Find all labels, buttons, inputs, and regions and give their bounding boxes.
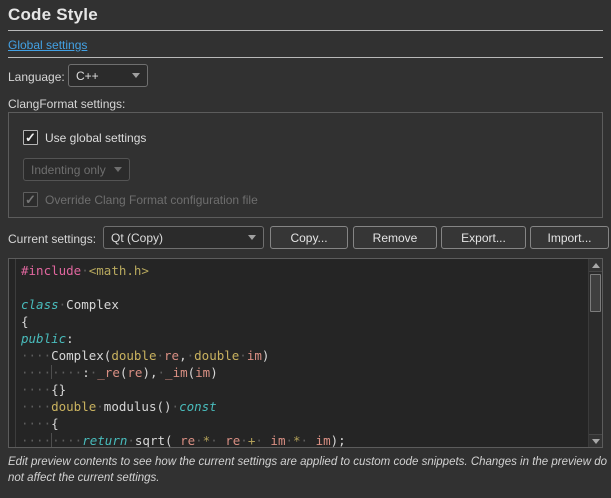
use-global-settings-checkbox[interactable]: ✓ Use global settings [23, 130, 146, 145]
code-style-settings-page: Code Style Global settings Language: C++… [0, 0, 611, 498]
import-button[interactable]: Import... [530, 226, 609, 249]
use-global-settings-label: Use global settings [45, 131, 146, 145]
clangformat-group: ✓ Use global settings Indenting only ✓ O… [8, 112, 603, 218]
footer-note: Edit preview contents to see how the cur… [8, 455, 607, 487]
code-line: public: [21, 330, 586, 347]
scrollbar-down-button[interactable] [589, 434, 603, 447]
clangformat-mode-select: Indenting only [23, 158, 130, 181]
override-config-checkbox: ✓ Override Clang Format configuration fi… [23, 192, 258, 207]
code-preview-editor[interactable]: #include·<math.h>class·Complex{public:··… [8, 258, 603, 448]
current-settings-label: Current settings: [8, 232, 96, 246]
global-settings-link[interactable]: Global settings [8, 38, 87, 52]
code-area[interactable]: #include·<math.h>class·Complex{public:··… [21, 262, 586, 448]
language-label: Language: [8, 70, 65, 84]
triangle-up-icon [592, 263, 600, 268]
current-settings-value: Qt (Copy) [111, 231, 163, 245]
clangformat-settings-label: ClangFormat settings: [8, 97, 125, 111]
code-line: ····Complex(double·re,·double·im) [21, 347, 586, 364]
current-settings-select[interactable]: Qt (Copy) [103, 226, 264, 249]
code-line: class·Complex [21, 296, 586, 313]
code-line [21, 279, 586, 296]
override-config-label: Override Clang Format configuration file [45, 193, 258, 207]
code-line: #include·<math.h> [21, 262, 586, 279]
code-line: ····double·modulus()·const [21, 398, 586, 415]
checkbox-checked-icon: ✓ [23, 130, 38, 145]
editor-gutter-separator [15, 259, 16, 447]
copy-button[interactable]: Copy... [270, 226, 348, 249]
page-title: Code Style [8, 5, 98, 25]
clangformat-mode-value: Indenting only [31, 163, 106, 177]
chevron-down-icon [132, 73, 140, 78]
scrollbar-up-button[interactable] [589, 259, 603, 272]
remove-button[interactable]: Remove [353, 226, 437, 249]
export-button[interactable]: Export... [441, 226, 526, 249]
code-line: ········:·_re(re),·_im(im) [21, 364, 586, 381]
language-select-value: C++ [76, 69, 99, 83]
code-line: ········return·sqrt(_re·*·_re·+·_im·*·_i… [21, 432, 586, 448]
code-line: { [21, 313, 586, 330]
scrollbar-thumb[interactable] [590, 274, 601, 312]
title-separator [8, 30, 603, 31]
language-select[interactable]: C++ [68, 64, 148, 87]
vertical-scrollbar[interactable] [588, 259, 602, 447]
checkbox-checked-icon: ✓ [23, 192, 38, 207]
chevron-down-icon [114, 167, 122, 172]
link-separator [8, 57, 603, 58]
triangle-down-icon [592, 439, 600, 444]
chevron-down-icon [248, 235, 256, 240]
code-line: ····{} [21, 381, 586, 398]
code-line: ····{ [21, 415, 586, 432]
